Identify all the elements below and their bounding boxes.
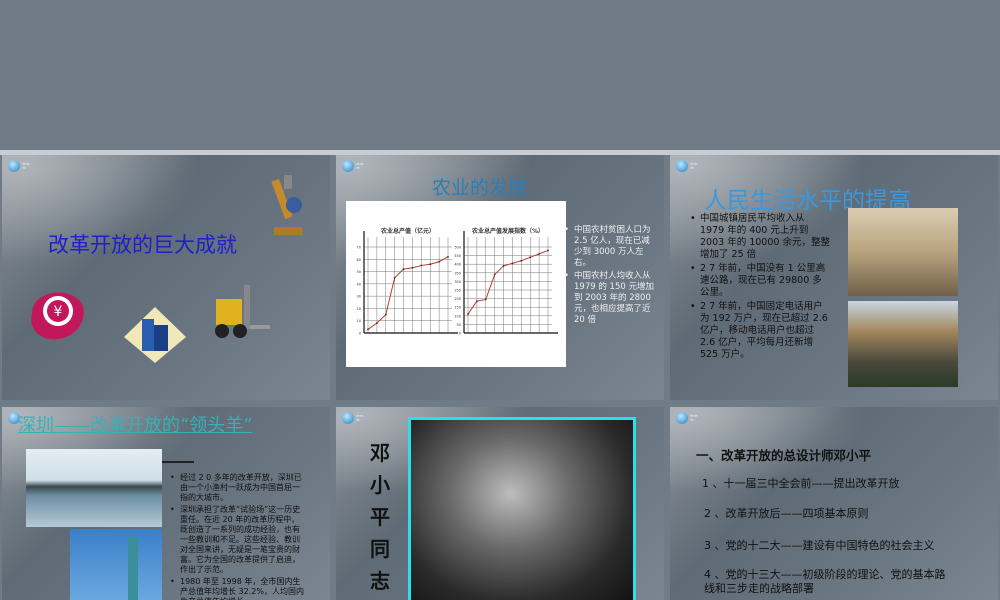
seaside-photo: [26, 449, 162, 527]
bullet-item: 经过 2 0 多年的改革开放，深圳已由一个小渔村一跃成为中国首屈一指的大城市。: [170, 473, 304, 503]
y-tick-label: 0: [359, 332, 361, 336]
y-tick-label: 30: [357, 295, 361, 299]
data-point: [367, 328, 369, 331]
slide-title: 农业的发展: [432, 177, 528, 199]
data-point: [538, 252, 541, 255]
list-item: 1 、十一届三中全会前——提出改革开放: [702, 477, 900, 490]
data-point: [511, 262, 514, 265]
data-point: [402, 268, 405, 271]
y-tick-label: 70: [357, 246, 361, 250]
data-point: [547, 249, 549, 252]
logo-icon: ▬▬ ▬: [676, 160, 716, 172]
bullet-item: 1980 年至 1998 年，全市国内生产总值年均增长 32.2%，人均国内生产…: [170, 577, 304, 600]
svg-text:¥: ¥: [54, 304, 63, 320]
y-tick-label: 300: [454, 280, 461, 284]
y-tick-label: 100: [454, 314, 461, 318]
slide-thumbnail-6[interactable]: ▬▬ ▬ 一、改革开放的总设计师邓小平 1 、十一届三中全会前——提出改革开放 2…: [670, 407, 998, 600]
portrait-photo: [408, 417, 636, 600]
data-point: [375, 322, 378, 325]
slide-title: 改革开放的巨大成就: [48, 233, 237, 257]
list-item: 4 、党的十三大——初级阶段的理论、党的基本路线和三步走的战略部署: [704, 568, 946, 595]
data-point: [420, 264, 423, 267]
slide-heading: 一、改革开放的总设计师邓小平: [696, 448, 872, 463]
list-item: 3 、党的十二大——建设有中国特色的社会主义: [704, 539, 935, 552]
data-point: [438, 260, 441, 263]
chart-title: 农业总产值（亿元）: [380, 227, 435, 235]
data-point: [447, 255, 449, 258]
y-tick-label: 60: [357, 258, 361, 262]
logo-icon: ▬▬ ▬: [342, 160, 382, 172]
slide-thumbnail-4[interactable]: 深圳——改革开放的“领头羊” 经过 2 0 多年的改革开放，深圳已由一个小渔村一…: [2, 407, 330, 600]
series-line: [367, 256, 449, 330]
data-point: [384, 313, 387, 316]
y-tick-label: 50: [457, 323, 461, 327]
microscope-icon: [271, 175, 302, 235]
modern-city-photo: [848, 301, 958, 387]
y-tick-label: 400: [454, 263, 461, 267]
list-item: 2 、改革开放后——四项基本原则: [704, 507, 869, 520]
y-tick-label: 250: [454, 289, 461, 293]
y-tick-label: 350: [454, 271, 461, 275]
data-point: [493, 273, 496, 276]
old-city-photo: [848, 208, 958, 296]
slide-thumbnail-1[interactable]: ▬▬ ▬ 改革开放的巨大成就 ¥: [2, 155, 330, 400]
y-tick-label: 20: [357, 307, 361, 311]
bullet-item: 中国城镇居民平均收入从 1979 年的 400 元上升到 2003 年的 100…: [690, 213, 830, 261]
data-point: [467, 313, 469, 315]
y-tick-label: 0: [459, 332, 461, 336]
slide-thumbnail-2[interactable]: ▬▬ ▬ 农业的发展 农业总产值（亿元） 0 10 20 30 40 50 60 70 农业总产值发…: [336, 155, 664, 400]
bullet-item: 2 7 年前，中国没有 1 公里高速公路，现在已有 29800 多公里。: [690, 263, 830, 299]
logo-icon: ▬▬ ▬: [676, 412, 716, 424]
data-point: [411, 266, 414, 269]
bullet-item: 深圳承担了改革“试验场”这一历史重任。在近 20 年的改革历程中，既创造了一系列…: [170, 505, 304, 575]
y-tick-label: 40: [357, 282, 361, 286]
bullet-item: 2 7 年前，中国固定电话用户为 192 万户，现在已超过 2.6 亿户，移动电…: [690, 301, 830, 361]
data-point: [529, 256, 532, 259]
yuan-icon: ¥: [31, 292, 84, 340]
y-tick-label: 10: [357, 319, 361, 323]
slide-title[interactable]: 深圳——改革开放的“领头羊”: [18, 411, 252, 437]
vertical-title: 邓小平同志: [370, 441, 390, 593]
data-point: [484, 298, 487, 301]
building-icon: [124, 307, 186, 363]
logo-icon: ▬▬ ▬: [342, 412, 382, 424]
chart-title: 农业总产值发展指数（%）: [471, 227, 544, 235]
y-tick-label: 150: [454, 306, 461, 310]
data-point: [475, 300, 478, 303]
series-line: [467, 249, 549, 315]
y-tick-label: 200: [454, 297, 461, 301]
skyscraper-photo: [70, 529, 162, 600]
data-point: [502, 265, 505, 267]
slide-thumbnail-5[interactable]: ▬▬ ▬ 邓小平同志: [336, 407, 664, 600]
y-tick-label: 450: [454, 254, 461, 258]
forklift-icon: [215, 285, 270, 338]
sorter-background: [0, 0, 1000, 150]
bullet-item: 中国农村贫困人口为 2.5 亿人，现在已减少到 3000 万人左右。: [564, 225, 658, 269]
logo-icon: ▬▬ ▬: [8, 160, 48, 172]
bullet-list: 中国城镇居民平均收入从 1979 年的 400 元上升到 2003 年的 100…: [690, 213, 830, 363]
data-point: [520, 259, 523, 262]
y-tick-label: 500: [454, 246, 461, 250]
slide-thumbnail-3[interactable]: ▬▬▬ 人民生活水平的提高 中国城镇居民平均收入从 1979 年的 400 元上…: [670, 155, 998, 400]
bullet-item: 中国农村人均收入从 1979 的 150 元增加到 2003 年的 2800 元…: [564, 271, 658, 326]
bullet-list: 中国农村贫困人口为 2.5 亿人，现在已减少到 3000 万人左右。 中国农村人…: [564, 225, 658, 328]
data-point: [429, 263, 432, 266]
data-point: [393, 276, 396, 279]
y-tick-label: 50: [357, 270, 361, 274]
chart-image: 农业总产值（亿元） 0 10 20 30 40 50 60 70 农业总产值发展指数（%） 0 50 1…: [346, 201, 566, 367]
bullet-list: 经过 2 0 多年的改革开放，深圳已由一个小渔村一跃成为中国首屈一指的大城市。 …: [170, 473, 304, 600]
